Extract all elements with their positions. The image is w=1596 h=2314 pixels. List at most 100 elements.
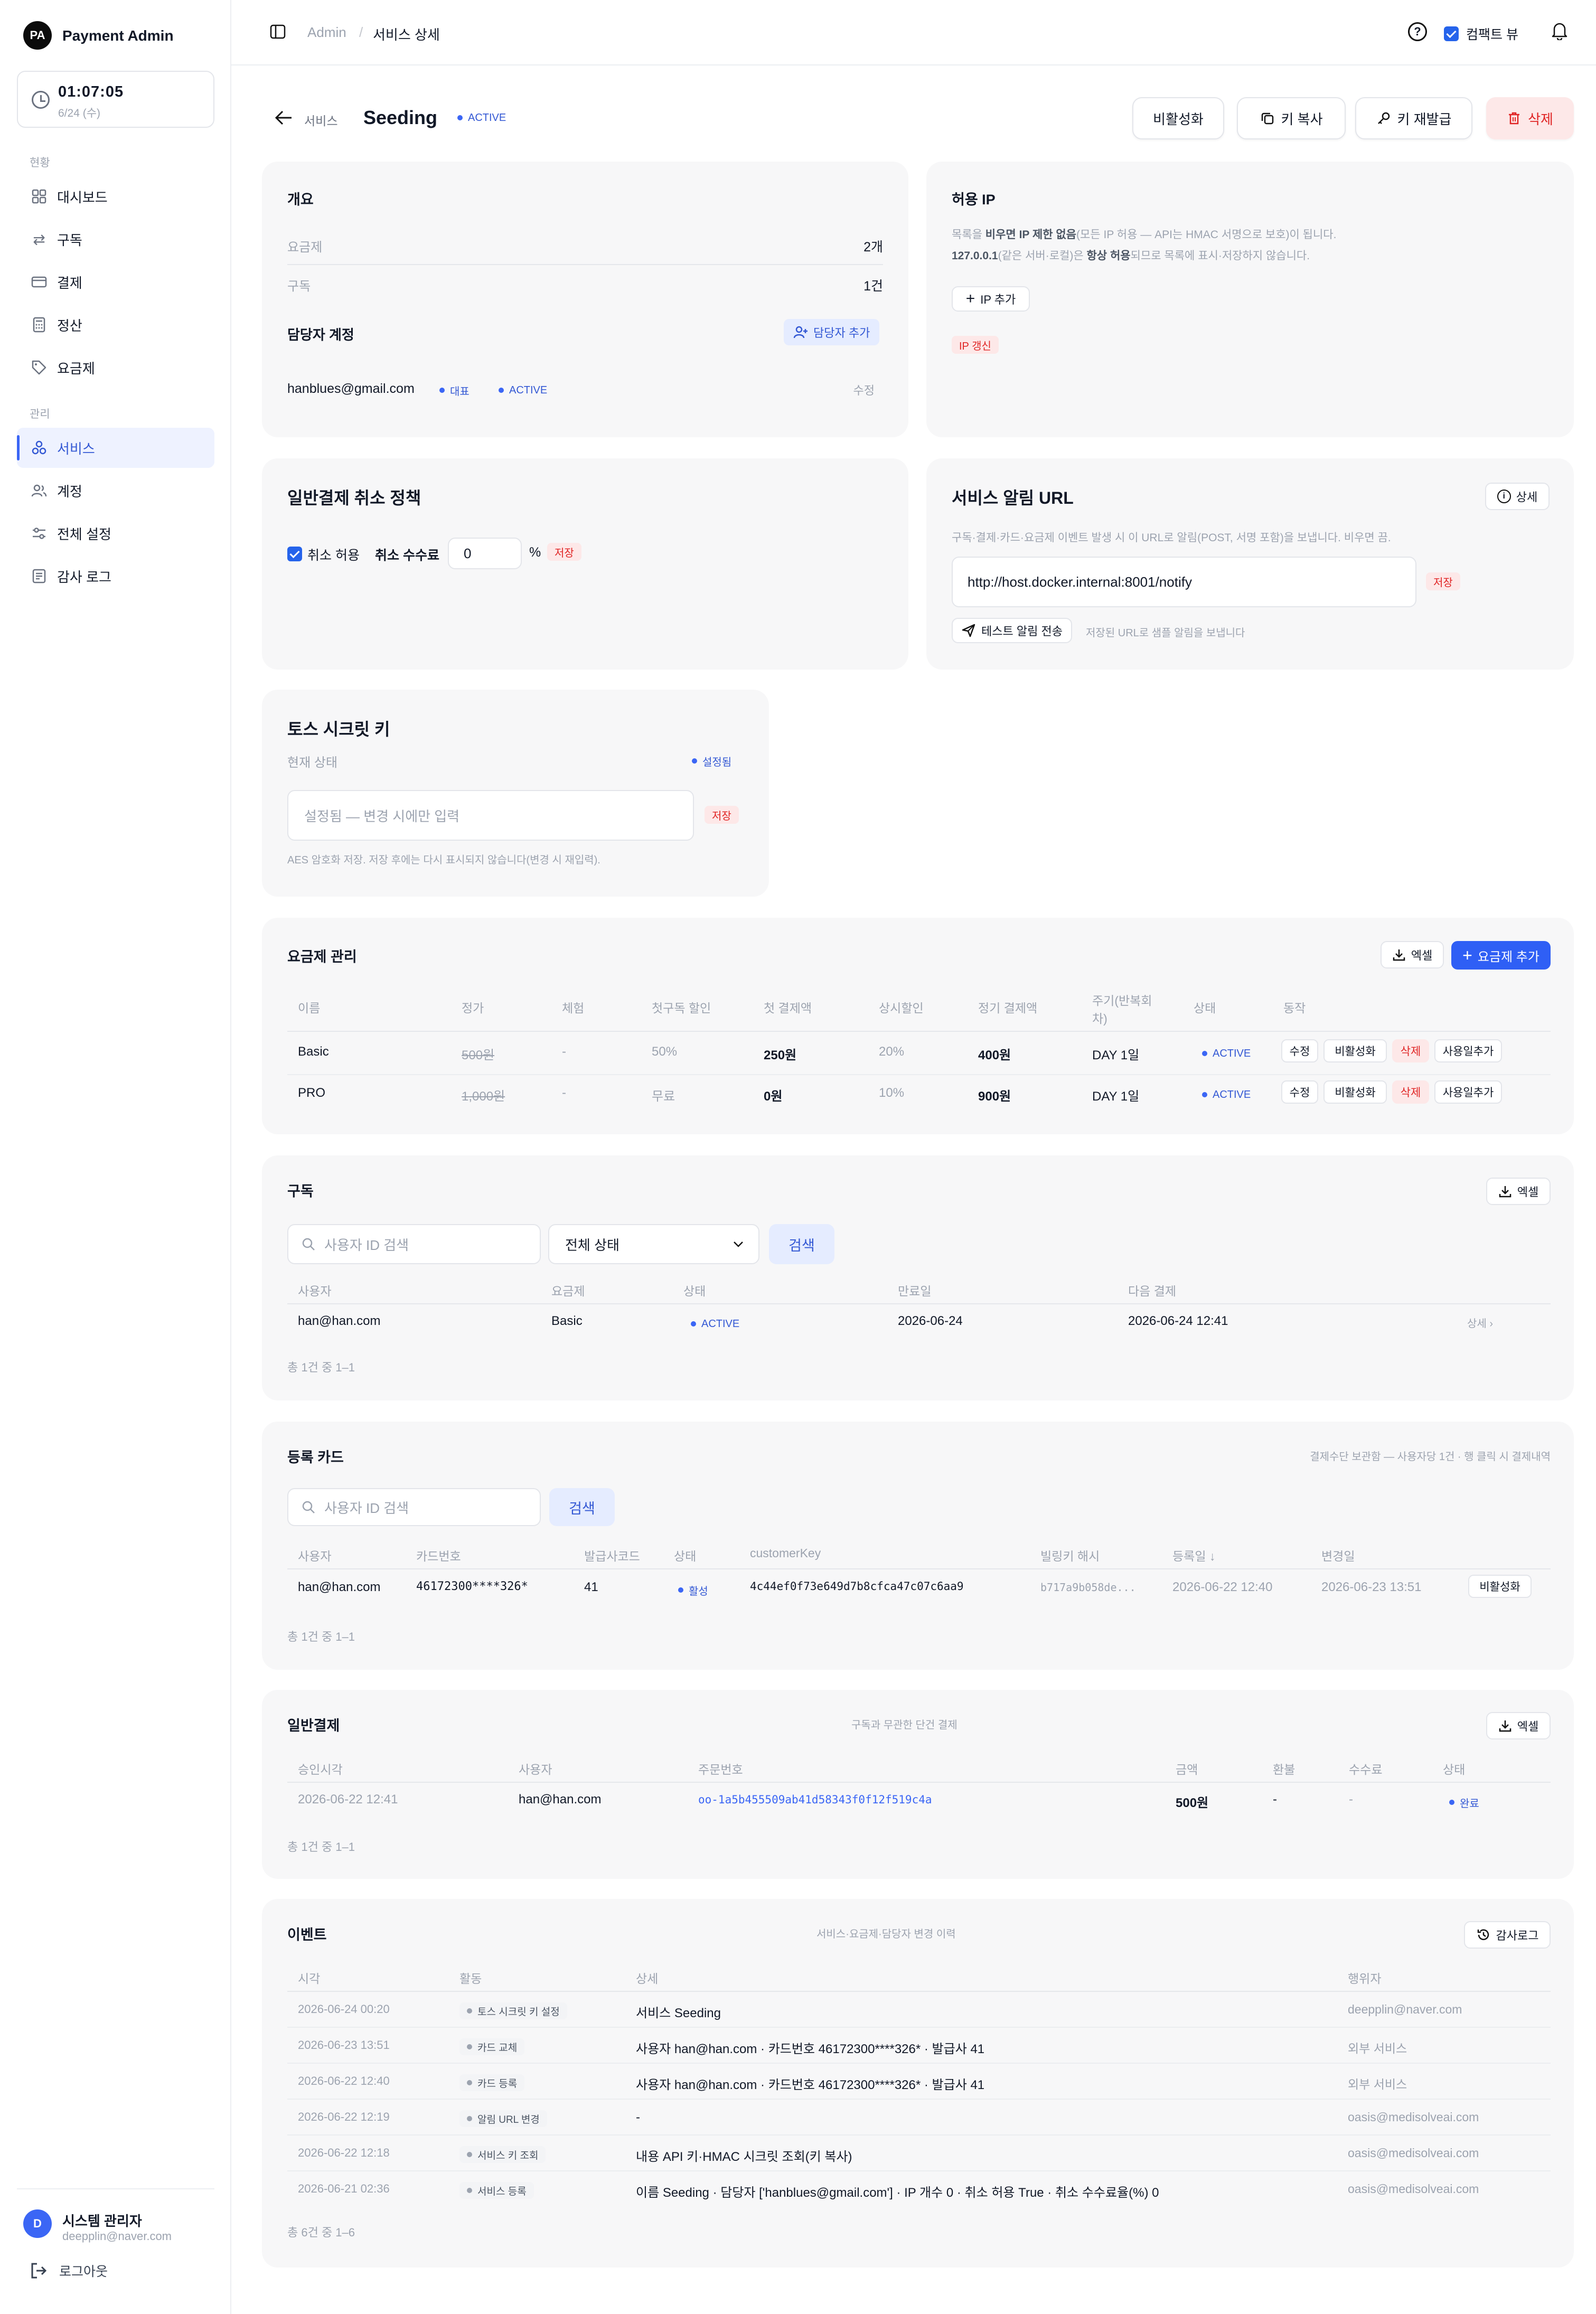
delete-button[interactable]: 삭제	[1486, 97, 1574, 139]
card-user: han@han.com	[298, 1580, 381, 1594]
sub-user: han@han.com	[298, 1314, 381, 1328]
table-row[interactable]: han@han.com 46172300****326* 41 활성 4c44e…	[287, 1569, 1551, 1603]
copy-key-button[interactable]: 키 복사	[1237, 97, 1346, 139]
card-icon	[31, 274, 48, 290]
plans-col-first-discount: 첫구독 할인	[652, 1001, 711, 1015]
plan-deactivate-button[interactable]: 비활성화	[1323, 1039, 1387, 1062]
payment-order-link[interactable]: oo-1a5b455509ab41d58343f0f12f519c4a	[698, 1793, 932, 1806]
sub-detail-link[interactable]: 상세 ›	[1467, 1315, 1493, 1330]
logout-button[interactable]: 로그아웃	[30, 2261, 108, 2280]
sidebar-item-label: 서비스	[57, 440, 95, 457]
plan-status-badge: ACTIVE	[1195, 1086, 1258, 1104]
plan-always-discount: 10%	[879, 1086, 905, 1100]
subs-count-value: 1건	[863, 279, 883, 294]
cancel-policy-save-button[interactable]: 저장	[547, 543, 581, 561]
sidebar-item-audit-log[interactable]: 감사 로그	[17, 556, 214, 596]
info-icon: i	[1497, 490, 1511, 503]
log-icon	[31, 568, 48, 585]
toss-key-card: 토스 시크릿 키 현재 상태 설정됨 설정됨 — 변경 시에만 입력 저장 AE…	[262, 690, 769, 897]
event-detail: -	[636, 2110, 640, 2124]
notify-url-input[interactable]: http://host.docker.internal:8001/notify	[952, 557, 1416, 607]
cards-search-input[interactable]: 사용자 ID 검색	[287, 1488, 541, 1526]
notify-detail-button[interactable]: i 상세	[1485, 483, 1550, 510]
payment-approved: 2026-06-22 12:41	[298, 1792, 398, 1807]
deactivate-button[interactable]: 비활성화	[1132, 97, 1224, 139]
pay-col-amount: 금액	[1176, 1763, 1198, 1776]
allow-cancel-checkbox[interactable]	[287, 546, 302, 561]
table-row[interactable]: han@han.com Basic ACTIVE 2026-06-24 2026…	[287, 1304, 1551, 1337]
add-plan-button[interactable]: + 요금제 추가	[1451, 941, 1551, 970]
test-notify-button[interactable]: 테스트 알림 전송	[952, 618, 1072, 643]
plans-excel-button[interactable]: 엑셀	[1381, 941, 1444, 968]
subscriptions-excel-button[interactable]: 엑셀	[1486, 1178, 1551, 1205]
sub-expires: 2026-06-24	[898, 1314, 963, 1328]
sidebar-item-services[interactable]: 서비스	[17, 428, 214, 468]
back-arrow-icon[interactable]	[274, 108, 294, 131]
add-ip-label: IP 추가	[980, 293, 1016, 306]
plus-icon: +	[1462, 946, 1472, 965]
toss-key-save-button[interactable]: 저장	[705, 806, 739, 824]
payments-excel-button[interactable]: 엑셀	[1486, 1712, 1551, 1739]
toss-key-input[interactable]: 설정됨 — 변경 시에만 입력	[287, 790, 694, 841]
subscriptions-title: 구독	[287, 1183, 314, 1199]
sub-next-payment: 2026-06-24 12:41	[1128, 1314, 1228, 1328]
payments-note: 구독과 무관한 단건 결제	[851, 1719, 957, 1731]
sidebar: PA Payment Admin 01:07:05 6/24 (수) 현황 대시…	[0, 0, 231, 2314]
sidebar-item-payments[interactable]: 결제	[17, 262, 214, 302]
plan-edit-button[interactable]: 수정	[1281, 1039, 1318, 1062]
download-icon	[1499, 1720, 1511, 1732]
add-manager-button[interactable]: 담당자 추가	[784, 319, 880, 345]
plan-delete-button[interactable]: 삭제	[1392, 1080, 1429, 1104]
compact-view-toggle[interactable]: 컴팩트 뷰	[1444, 24, 1518, 43]
download-icon	[1393, 949, 1405, 961]
sidebar-item-plans[interactable]: 요금제	[17, 347, 214, 388]
plan-delete-button[interactable]: 삭제	[1392, 1039, 1429, 1062]
events-title: 이벤트	[287, 1927, 327, 1943]
user-email: deepplin@naver.com	[62, 2230, 172, 2243]
key-icon	[1377, 112, 1390, 124]
plan-edit-button[interactable]: 수정	[1281, 1080, 1318, 1104]
plan-add-days-button[interactable]: 사용일추가	[1434, 1039, 1502, 1062]
row-divider	[287, 1074, 1551, 1075]
back-link[interactable]: 서비스	[304, 111, 337, 129]
test-notify-label: 테스트 알림 전송	[981, 625, 1063, 638]
sidebar-item-dashboard[interactable]: 대시보드	[17, 176, 214, 217]
plans-excel-label: 엑셀	[1411, 949, 1433, 962]
plan-deactivate-button[interactable]: 비활성화	[1323, 1080, 1387, 1104]
manager-edit-link[interactable]: 수정	[853, 381, 875, 398]
audit-log-button[interactable]: 감사로그	[1464, 1921, 1551, 1949]
clock-widget: 01:07:05 6/24 (수)	[17, 71, 214, 128]
sidebar-toggle-icon[interactable]	[269, 23, 286, 44]
overview-card: 개요 요금제 2개 구독 1건 담당자 계정 담당자 추가 hanblues@g…	[262, 162, 908, 437]
sidebar-item-global-settings[interactable]: 전체 설정	[17, 513, 214, 553]
breadcrumb-root[interactable]: Admin	[307, 24, 346, 41]
deactivate-label: 비활성화	[1153, 111, 1204, 127]
cards-col-registered[interactable]: 등록일 ↓	[1172, 1546, 1215, 1564]
sidebar-item-label: 요금제	[57, 360, 95, 377]
subscriptions-search-label: 검색	[788, 1237, 815, 1254]
subscriptions-search-button[interactable]: 검색	[769, 1224, 834, 1264]
brand-name: Payment Admin	[62, 27, 174, 44]
compact-view-checkbox[interactable]	[1444, 26, 1459, 41]
help-icon[interactable]: ?	[1408, 22, 1427, 41]
bell-icon[interactable]	[1551, 21, 1569, 44]
sidebar-item-label: 감사 로그	[57, 569, 111, 585]
sidebar-item-settlement[interactable]: 정산	[17, 305, 214, 345]
cards-search-button[interactable]: 검색	[549, 1488, 615, 1526]
events-col-actor: 행위자	[1348, 1972, 1382, 1986]
sidebar-item-accounts[interactable]: 계정	[17, 471, 214, 511]
table-row: 2026-06-24 00:20 토스 시크릿 키 설정 서비스 Seeding de…	[287, 1992, 1551, 2028]
sidebar-item-subscriptions[interactable]: ⇄ 구독	[17, 219, 214, 259]
table-row[interactable]: 2026-06-22 12:41 han@han.com oo-1a5b4555…	[287, 1783, 1551, 1816]
plan-add-days-button[interactable]: 사용일추가	[1434, 1080, 1502, 1104]
subscriptions-search-input[interactable]: 사용자 ID 검색	[287, 1224, 541, 1264]
manager-email: hanblues@gmail.com	[287, 381, 415, 396]
sidebar-item-label: 계정	[57, 483, 82, 500]
notify-url-save-button[interactable]: 저장	[1426, 572, 1460, 590]
refresh-ip-button[interactable]: IP 갱신	[952, 336, 999, 354]
reissue-key-button[interactable]: 키 재발급	[1355, 97, 1472, 139]
cancel-fee-input[interactable]: 0	[448, 538, 522, 569]
card-deactivate-button[interactable]: 비활성화	[1468, 1575, 1532, 1598]
subscriptions-status-select[interactable]: 전체 상태	[548, 1224, 759, 1264]
add-ip-button[interactable]: + IP 추가	[952, 286, 1030, 312]
